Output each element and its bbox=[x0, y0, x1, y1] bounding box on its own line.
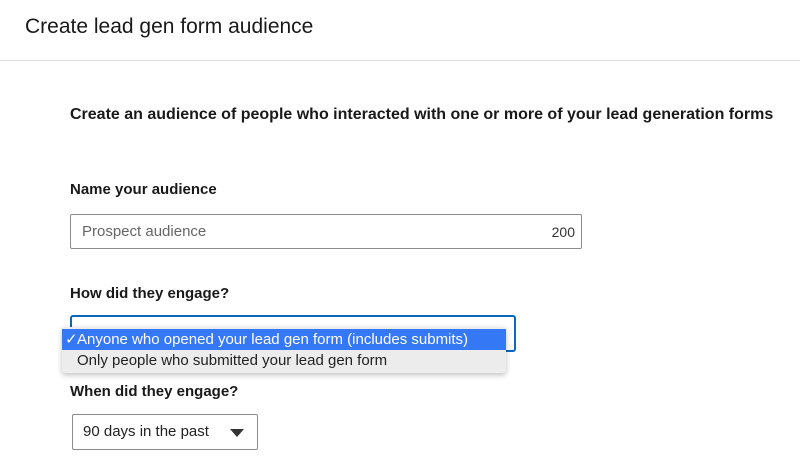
intro-text: Create an audience of people who interac… bbox=[70, 106, 774, 123]
audience-name-field[interactable]: 200 bbox=[70, 214, 582, 249]
char-limit-counter: 200 bbox=[551, 224, 575, 240]
engage-label: How did they engage? bbox=[70, 285, 230, 302]
page-header: Create lead gen form audience bbox=[0, 0, 800, 61]
engagement-dropdown-menu: ✓Anyone who opened your lead gen form (i… bbox=[62, 327, 506, 373]
audience-name-input[interactable] bbox=[82, 215, 512, 248]
timeframe-select[interactable]: 90 days in the past bbox=[72, 414, 258, 450]
caret-down-icon bbox=[230, 429, 244, 437]
checkmark-icon: ✓ bbox=[65, 331, 78, 348]
page-title: Create lead gen form audience bbox=[25, 15, 314, 38]
option-label: Only people who submitted your lead gen … bbox=[77, 352, 388, 369]
timeframe-label: When did they engage? bbox=[70, 383, 239, 400]
engagement-option-submitted[interactable]: Only people who submitted your lead gen … bbox=[62, 350, 506, 371]
option-label: Anyone who opened your lead gen form (in… bbox=[77, 331, 469, 348]
timeframe-value: 90 days in the past bbox=[83, 423, 209, 440]
name-audience-label: Name your audience bbox=[70, 181, 217, 198]
engagement-option-opened[interactable]: ✓Anyone who opened your lead gen form (i… bbox=[62, 329, 506, 350]
